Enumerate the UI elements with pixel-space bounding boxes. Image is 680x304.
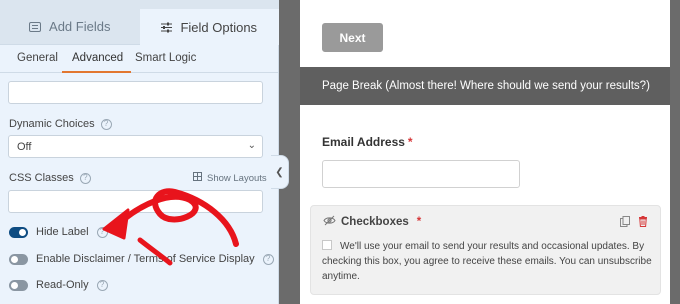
- help-icon[interactable]: ?: [96, 279, 108, 291]
- chevron-left-icon: ❮: [275, 166, 284, 178]
- tab-add-fields[interactable]: Add Fields: [0, 9, 140, 45]
- css-classes-input[interactable]: [8, 190, 263, 213]
- sub-tabs: General Advanced Smart Logic: [0, 45, 279, 73]
- checkboxes-title: Checkboxes *: [323, 215, 421, 229]
- checkbox-option-text: We'll use your email to send your result…: [322, 241, 652, 282]
- panel-tabs: Add Fields Field Options: [0, 9, 279, 45]
- help-icon[interactable]: ?: [96, 226, 108, 238]
- preview-gutter-left: [279, 0, 300, 304]
- active-tab-underline: [62, 71, 131, 73]
- sliders-icon: [161, 22, 173, 33]
- help-icon[interactable]: ?: [79, 172, 91, 184]
- collapse-panel-button[interactable]: ❮: [271, 155, 289, 189]
- checkbox[interactable]: [322, 240, 332, 250]
- tab-add-fields-label: Add Fields: [49, 19, 111, 34]
- next-button[interactable]: Next: [322, 23, 383, 52]
- toggle-switch[interactable]: [9, 226, 28, 238]
- toggle-label: Enable Disclaimer / Terms of Service Dis…: [36, 253, 255, 265]
- email-field[interactable]: [322, 160, 520, 188]
- preview-gutter-right: [670, 0, 680, 304]
- toggle-label: Read-Only: [36, 279, 89, 291]
- dynamic-choices-value: Off: [17, 141, 32, 153]
- help-icon[interactable]: ?: [262, 253, 274, 265]
- list-icon: [29, 21, 42, 32]
- show-layouts-text: Show Layouts: [207, 172, 267, 184]
- chevron-down-icon: ⌄: [247, 140, 256, 151]
- tab-field-options-label: Field Options: [180, 19, 258, 35]
- trash-icon[interactable]: [638, 214, 648, 232]
- checkbox-option[interactable]: We'll use your email to send your result…: [322, 239, 658, 284]
- dynamic-choices-label: Dynamic Choices ?: [9, 118, 112, 130]
- top-text-input[interactable]: [8, 81, 263, 104]
- css-classes-label-text: CSS Classes: [9, 172, 74, 184]
- page-break-text: Page Break (Almost there! Where should w…: [322, 80, 650, 92]
- dynamic-choices-select[interactable]: Off ⌄: [8, 135, 263, 158]
- toggle-label: Hide Label: [36, 226, 89, 238]
- toggle-switch[interactable]: [9, 253, 28, 265]
- panel-top-strip: [0, 0, 279, 9]
- checkboxes-field[interactable]: Checkboxes * We'll use your email to send…: [310, 205, 661, 295]
- checkboxes-label-text: Checkboxes: [341, 216, 409, 228]
- required-marker: *: [407, 135, 413, 149]
- grid-icon: [193, 172, 202, 184]
- eye-slash-icon: [323, 215, 336, 229]
- page-break-bar[interactable]: Page Break (Almost there! Where should w…: [300, 67, 670, 105]
- email-field-label: Email Address *: [322, 135, 413, 149]
- field-options-panel: Add Fields Field Options General Advance…: [0, 0, 279, 304]
- toggle-switch[interactable]: [9, 279, 28, 291]
- toggle-enable-disclaimer[interactable]: Enable Disclaimer / Terms of Service Dis…: [9, 253, 274, 265]
- css-classes-label: CSS Classes ?: [9, 172, 91, 184]
- email-label-text: Email Address: [322, 135, 405, 149]
- field-actions: [620, 214, 648, 232]
- toggle-read-only[interactable]: Read-Only ?: [9, 279, 108, 291]
- dynamic-choices-label-text: Dynamic Choices: [9, 118, 95, 130]
- required-marker: *: [416, 216, 422, 228]
- show-layouts-link[interactable]: Show Layouts: [193, 172, 267, 184]
- subtab-smart-logic[interactable]: Smart Logic: [135, 52, 196, 64]
- toggle-hide-label[interactable]: Hide Label ?: [9, 226, 108, 238]
- tab-field-options[interactable]: Field Options: [139, 9, 279, 45]
- form-preview: Next Page Break (Almost there! Where sho…: [300, 0, 670, 304]
- subtab-advanced[interactable]: Advanced: [72, 52, 123, 64]
- subtab-general[interactable]: General: [17, 52, 58, 64]
- help-icon[interactable]: ?: [100, 118, 112, 130]
- duplicate-icon[interactable]: [620, 214, 630, 232]
